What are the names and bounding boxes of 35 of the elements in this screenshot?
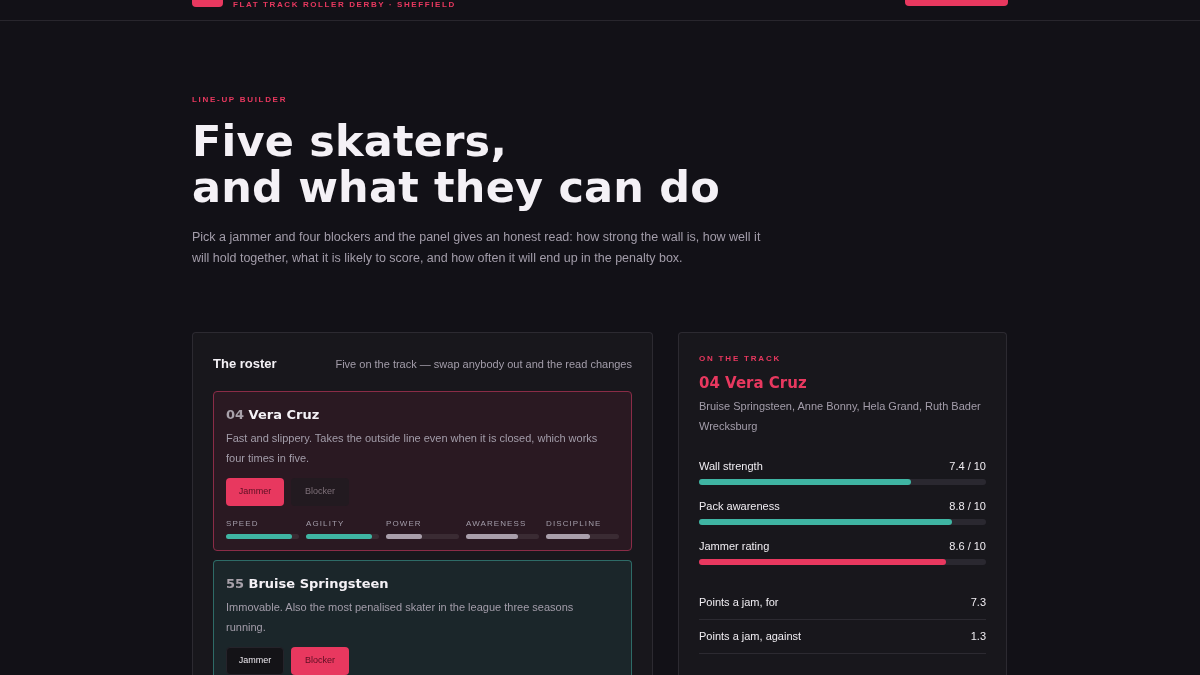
meter-label: Jammer rating [699,539,770,554]
skater-description: Fast and slippery. Takes the outside line even when it is closed, which works four times in five. [226,431,599,466]
section-eyebrow: LINE-UP BUILDER [192,95,289,105]
roster-title: The roster [213,355,277,373]
meter-label: Wall strength [699,459,763,474]
figure-value: 7.3 [970,595,986,610]
skater-number: 55 [226,576,245,591]
figure-label: Points a jam, for [699,595,779,610]
meter-reading: 8.6 / 10 [949,539,986,554]
panel-eyebrow: ON THE TRACK [699,354,783,364]
skater-number: 04 [226,407,245,422]
blockers-list: Bruise Springsteen, Anne Bonny, Hela Grand, Ruth Bader Wrecksburg [699,396,986,436]
stat-label: DISCIPLINE [546,519,603,529]
stat-label: AWARENESS [466,519,528,529]
meter-reading: 7.4 / 10 [949,459,986,474]
role-toggle[interactable]: Jammer [226,647,284,675]
stat-label: POWER [386,519,423,529]
roster-note: Five on the track — swap anybody out and the read changes [335,357,632,372]
meter-label: Pack awareness [699,499,780,514]
meter-reading: 8.8 / 10 [949,499,986,514]
page-heading: Five skaters, and what they can do [192,118,721,210]
intro-paragraph: Pick a jammer and four blockers and the panel gives an honest read: how strong the wall is, how well it will hold together, what it is likely to score, and how often it will end up in the penalty box. [192,229,762,267]
figure-value: 1.3 [970,629,986,644]
skater-description: Immovable. Also the most penalised skater in the league three seasons running. [226,600,575,635]
logo-icon[interactable] [192,0,223,7]
stat-label: SPEED [226,519,260,529]
stat-label: AGILITY [306,519,346,529]
jammer-name: 04 Vera Cruz [699,373,808,393]
skater-card[interactable]: 04 Vera Cruz Fast and slippery. Takes the outside line even when it is closed, which works four times in five. Jammer Blocker SPEED AGILITY POWER AWARENESS DISCIPLINE [213,391,632,551]
skater-name: Bruise Springsteen [248,576,389,591]
skater-name: Vera Cruz [248,407,320,422]
role-toggle[interactable]: Blocker [291,478,349,506]
figure-label: Points a jam, against [699,629,802,644]
tagline: FLAT TRACK ROLLER DERBY · SHEFFIELD [233,0,456,9]
skater-card[interactable]: 55 Bruise Springsteen Immovable. Also the most penalised skater in the league three seasons running. Jammer Blocker [213,560,632,675]
